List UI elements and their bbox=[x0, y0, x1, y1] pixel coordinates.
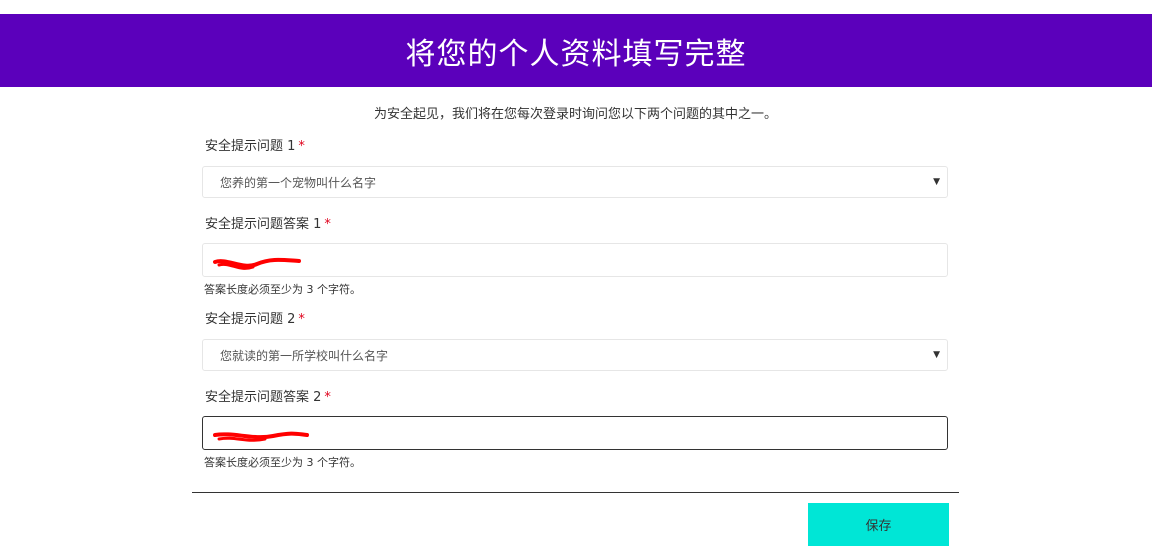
required-mark: * bbox=[324, 390, 331, 405]
question1-select[interactable]: 您养的第一个宠物叫什么名字 ▼ bbox=[202, 166, 948, 198]
answer1-input[interactable] bbox=[202, 243, 948, 277]
question2-label-text: 安全提示问题 2 bbox=[205, 312, 296, 327]
question1-selected-value: 您养的第一个宠物叫什么名字 bbox=[220, 176, 377, 190]
answer1-label: 安全提示问题答案 1 * bbox=[205, 216, 331, 234]
divider bbox=[192, 492, 959, 493]
required-mark: * bbox=[298, 139, 305, 154]
required-mark: * bbox=[324, 217, 331, 232]
caret-down-icon: ▼ bbox=[933, 350, 940, 360]
save-button[interactable]: 保存 bbox=[808, 503, 949, 546]
redaction-scribble bbox=[213, 431, 309, 442]
page-header: 将您的个人资料填写完整 bbox=[0, 14, 1152, 87]
caret-down-icon: ▼ bbox=[933, 177, 940, 187]
redaction-scribble bbox=[213, 257, 301, 270]
answer2-hint: 答案长度必须至少为 3 个字符。 bbox=[204, 456, 361, 469]
answer2-label-text: 安全提示问题答案 2 bbox=[205, 390, 322, 405]
required-mark: * bbox=[298, 312, 305, 327]
answer1-hint: 答案长度必须至少为 3 个字符。 bbox=[204, 283, 361, 296]
intro-text: 为安全起见，我们将在您每次登录时询问您以下两个问题的其中之一。 bbox=[373, 107, 777, 122]
answer2-input[interactable] bbox=[202, 416, 948, 450]
answer1-label-text: 安全提示问题答案 1 bbox=[205, 217, 322, 232]
question2-select[interactable]: 您就读的第一所学校叫什么名字 ▼ bbox=[202, 339, 948, 371]
answer2-label: 安全提示问题答案 2 * bbox=[205, 389, 331, 407]
question2-label: 安全提示问题 2 * bbox=[205, 311, 305, 329]
question1-label-text: 安全提示问题 1 bbox=[205, 139, 296, 154]
page-title: 将您的个人资料填写完整 bbox=[405, 36, 747, 72]
question2-selected-value: 您就读的第一所学校叫什么名字 bbox=[220, 349, 389, 363]
question1-label: 安全提示问题 1 * bbox=[205, 138, 305, 156]
